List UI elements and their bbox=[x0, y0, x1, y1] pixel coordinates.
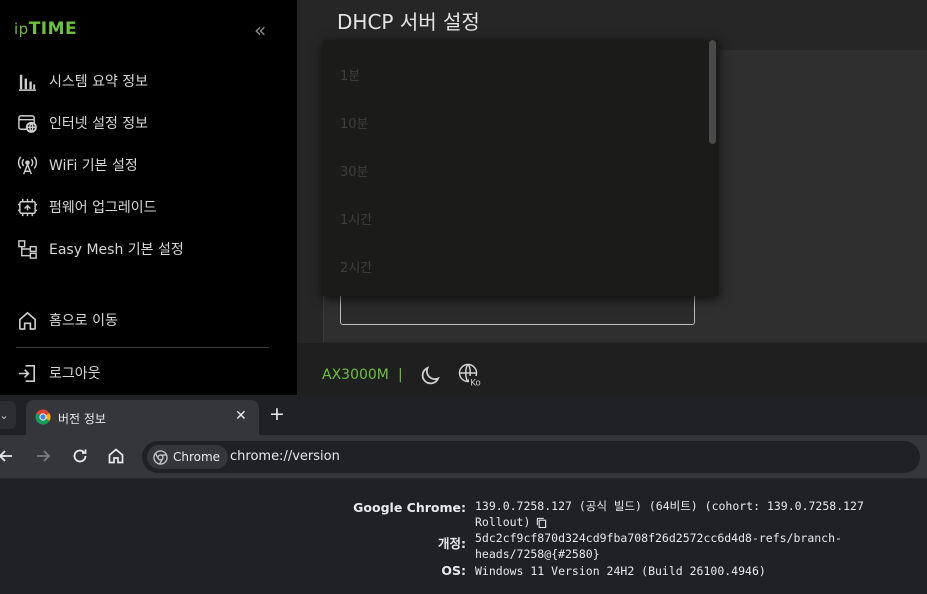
back-icon[interactable] bbox=[0, 446, 16, 466]
row-value[interactable]: 139.0.7258.127 (공식 빌드) (64비트) (cohort: 1… bbox=[475, 498, 895, 530]
sidebar-item-easy-mesh[interactable]: Easy Mesh 기본 설정 bbox=[16, 236, 184, 262]
dropdown-scrollbar[interactable] bbox=[709, 40, 716, 144]
chrome-window: ⌄ 버전 정보 ✕ + Chrome chrome://version Goog… bbox=[0, 395, 927, 594]
sidebar-item-internet-settings[interactable]: 인터넷 설정 정보 bbox=[16, 110, 148, 136]
dropdown-option[interactable]: 1분 bbox=[340, 65, 360, 84]
new-tab-button[interactable]: + bbox=[269, 403, 285, 425]
sidebar-item-label: 펌웨어 업그레이드 bbox=[49, 200, 157, 216]
dropdown-option[interactable]: 30분 bbox=[340, 161, 369, 180]
mesh-network-icon bbox=[16, 238, 38, 260]
sidebar-item-logout[interactable]: 로그아웃 bbox=[16, 360, 101, 386]
router-admin-page: ipTIME « 시스템 요약 정보 인터넷 설정 정보 WiFi 기본 설정 … bbox=[0, 0, 927, 395]
row-value[interactable]: Windows 11 Version 24H2 (Build 26100.494… bbox=[475, 563, 895, 579]
url-text[interactable]: chrome://version bbox=[230, 449, 340, 464]
copy-icon[interactable] bbox=[536, 517, 547, 528]
dark-mode-icon[interactable] bbox=[419, 363, 443, 387]
internet-settings-icon bbox=[16, 112, 38, 134]
logout-label: 로그아웃 bbox=[49, 366, 101, 382]
home-label: 홈으로 이동 bbox=[49, 313, 118, 329]
home-icon bbox=[16, 309, 38, 331]
sidebar-divider bbox=[16, 347, 269, 348]
chrome-favicon-icon bbox=[35, 409, 51, 425]
version-text: 139.0.7258.127 (공식 빌드) (64비트) (cohort: 1… bbox=[475, 499, 864, 529]
row-label: OS: bbox=[441, 563, 466, 578]
browser-toolbar: Chrome chrome://version bbox=[0, 435, 927, 479]
tab-strip: ⌄ 버전 정보 ✕ + bbox=[0, 395, 927, 435]
address-bar[interactable]: Chrome chrome://version bbox=[142, 441, 920, 473]
tab-search-button[interactable]: ⌄ bbox=[0, 401, 16, 429]
footer-bar bbox=[297, 343, 927, 395]
sidebar-item-wifi-settings[interactable]: WiFi 기본 설정 bbox=[16, 152, 138, 178]
language-globe-icon[interactable]: Ko bbox=[457, 362, 483, 388]
model-name: AX3000M bbox=[322, 367, 389, 383]
row-label: Google Chrome: bbox=[353, 500, 466, 515]
dropdown-option[interactable]: 10분 bbox=[340, 113, 369, 132]
logo-suffix: TIME bbox=[28, 19, 78, 39]
tab-title: 버전 정보 bbox=[58, 412, 106, 426]
reload-icon[interactable] bbox=[70, 446, 90, 466]
language-badge: Ko bbox=[470, 379, 480, 389]
row-label: 개정: bbox=[438, 536, 466, 551]
sidebar-item-label: WiFi 기본 설정 bbox=[49, 158, 138, 174]
lease-time-dropdown[interactable]: 1분 10분 30분 1시간 2시간 bbox=[323, 40, 719, 296]
chrome-logo-icon bbox=[153, 449, 168, 465]
home-icon[interactable] bbox=[106, 446, 126, 466]
forward-icon[interactable] bbox=[33, 446, 53, 466]
row-value[interactable]: 5dc2cf9cf870d324cd9fba708f26d2572cc6d4d8… bbox=[475, 530, 895, 562]
sidebar-item-system-summary[interactable]: 시스템 요약 정보 bbox=[16, 68, 148, 94]
screen: ipTIME « 시스템 요약 정보 인터넷 설정 정보 WiFi 기본 설정 … bbox=[0, 0, 927, 594]
chevron-down-icon: ⌄ bbox=[0, 408, 9, 422]
dropdown-option[interactable]: 2시간 bbox=[340, 257, 372, 276]
tab-version-info[interactable]: 버전 정보 ✕ bbox=[26, 400, 259, 435]
sidebar-item-firmware-upgrade[interactable]: 펌웨어 업그레이드 bbox=[16, 194, 157, 220]
site-info-chip[interactable]: Chrome bbox=[147, 445, 229, 469]
sidebar: ipTIME « 시스템 요약 정보 인터넷 설정 정보 WiFi 기본 설정 … bbox=[0, 0, 297, 395]
chip-label: Chrome bbox=[173, 450, 221, 464]
dropdown-option[interactable]: 1시간 bbox=[340, 209, 372, 228]
version-page: Google Chrome: 139.0.7258.127 (공식 빌드) (6… bbox=[0, 480, 927, 594]
logo-prefix: ip bbox=[14, 20, 29, 38]
firmware-upgrade-icon bbox=[16, 196, 38, 218]
footer-divider: | bbox=[398, 367, 403, 383]
close-tab-icon[interactable]: ✕ bbox=[235, 408, 247, 424]
wifi-antenna-icon bbox=[16, 154, 38, 176]
sidebar-item-label: 인터넷 설정 정보 bbox=[49, 116, 149, 132]
iptime-logo[interactable]: ipTIME bbox=[14, 19, 77, 39]
collapse-sidebar-icon[interactable]: « bbox=[254, 18, 266, 42]
page-title: DHCP 서버 설정 bbox=[337, 10, 480, 34]
sidebar-item-label: 시스템 요약 정보 bbox=[49, 74, 149, 90]
sidebar-item-home[interactable]: 홈으로 이동 bbox=[16, 307, 118, 333]
bar-chart-icon bbox=[16, 70, 38, 92]
logout-icon bbox=[16, 362, 38, 384]
sidebar-item-label: Easy Mesh 기본 설정 bbox=[49, 242, 184, 258]
